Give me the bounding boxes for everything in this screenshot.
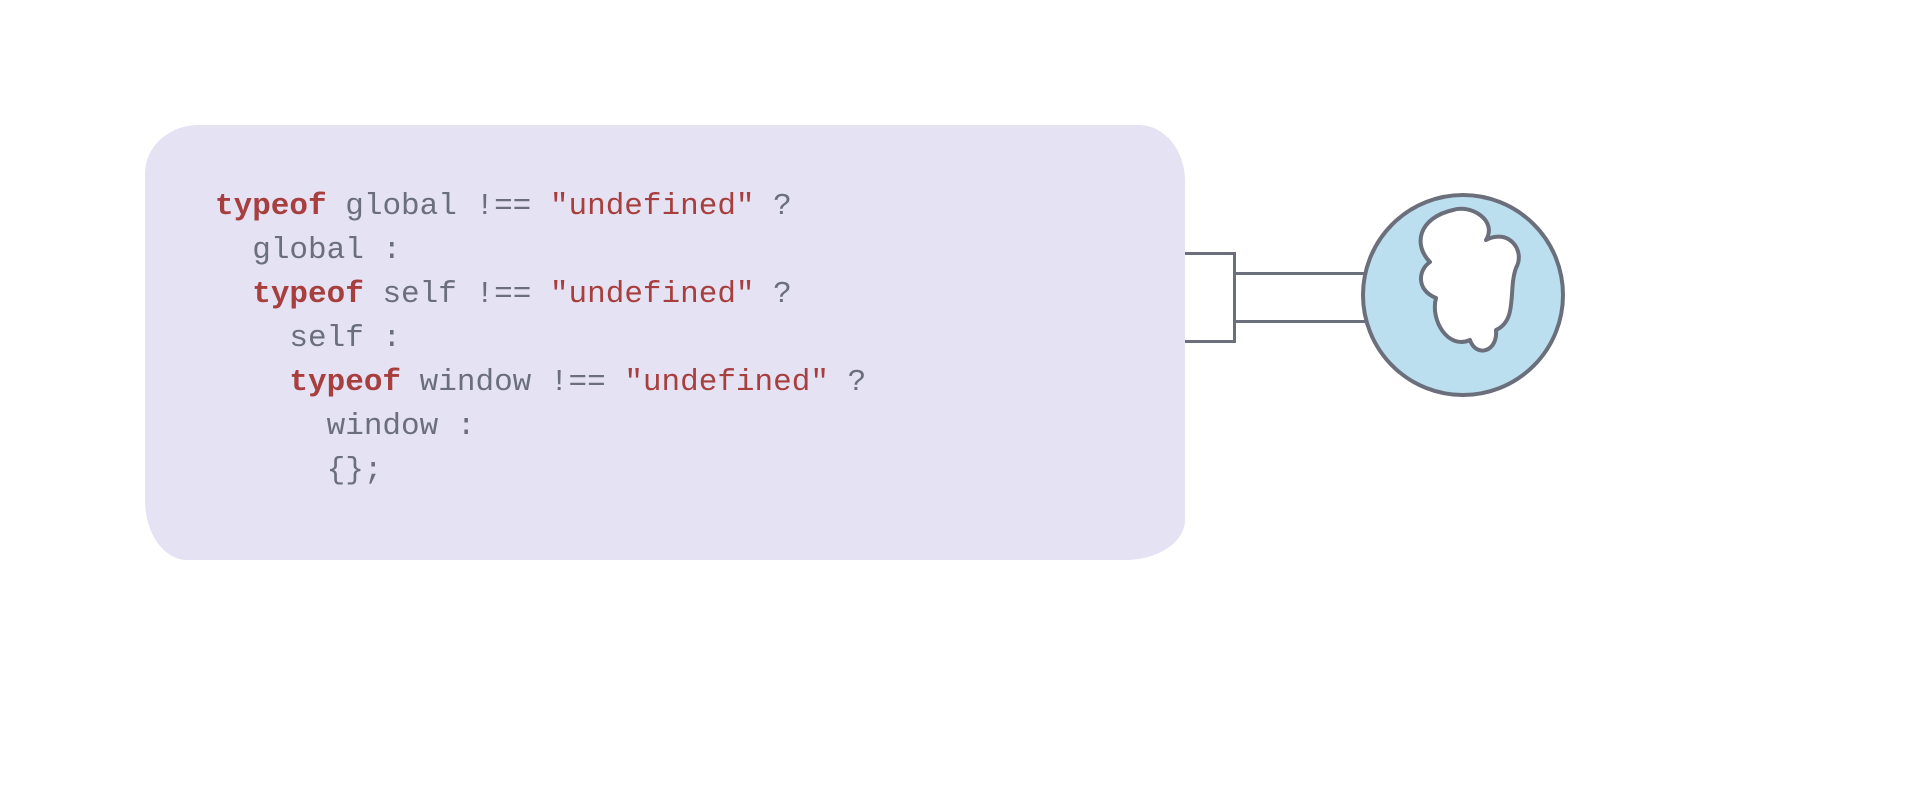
code-panel: typeof global !== "undefined" ? global :…: [145, 125, 1185, 560]
identifier-self: self: [289, 321, 363, 356]
colon: :: [457, 409, 476, 444]
colon: :: [382, 321, 401, 356]
identifier-global: global: [345, 189, 457, 224]
operator-neq: !==: [475, 277, 531, 312]
ternary-q: ?: [773, 189, 792, 224]
identifier-window: window: [327, 409, 439, 444]
operator-neq: !==: [550, 365, 606, 400]
keyword-typeof: typeof: [215, 189, 327, 224]
globe-icon: [1358, 190, 1568, 400]
keyword-typeof: typeof: [289, 365, 401, 400]
code-block: typeof global !== "undefined" ? global :…: [215, 185, 1145, 493]
connector-line: [1185, 252, 1235, 255]
diagram-canvas: typeof global !== "undefined" ? global :…: [0, 0, 1908, 793]
ternary-q: ?: [848, 365, 867, 400]
keyword-typeof: typeof: [252, 277, 364, 312]
identifier-global: global: [252, 233, 364, 268]
empty-object: {};: [327, 453, 383, 488]
operator-neq: !==: [475, 189, 531, 224]
string-undefined: "undefined": [624, 365, 829, 400]
string-undefined: "undefined": [550, 277, 755, 312]
ternary-q: ?: [773, 277, 792, 312]
string-undefined: "undefined": [550, 189, 755, 224]
connector-line: [1233, 252, 1236, 343]
identifier-window: window: [420, 365, 532, 400]
colon: :: [382, 233, 401, 268]
identifier-self: self: [382, 277, 456, 312]
connector-line: [1185, 340, 1235, 343]
